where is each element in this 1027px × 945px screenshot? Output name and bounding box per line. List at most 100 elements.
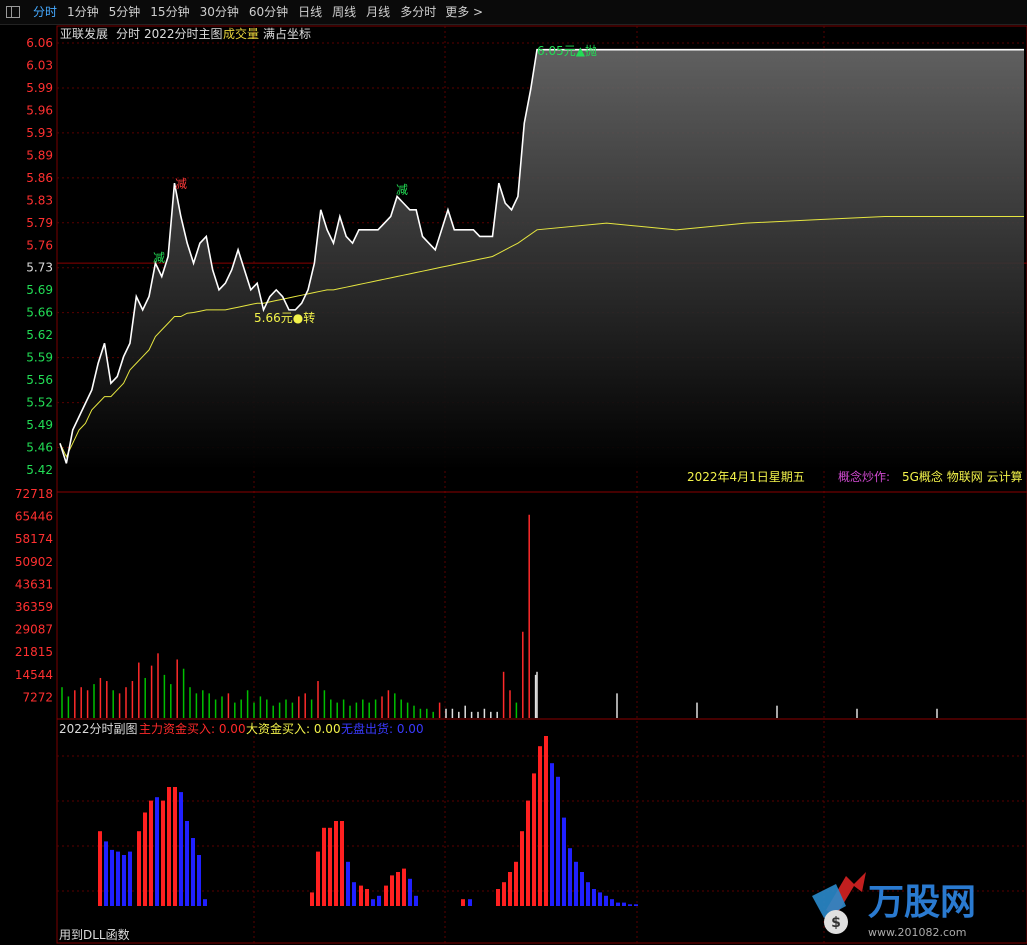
main-fund-bar bbox=[149, 800, 153, 906]
tab-30min[interactable]: 30分钟 bbox=[195, 0, 244, 24]
price-tick-label: 5.73 bbox=[26, 261, 53, 275]
unloading-bar bbox=[377, 895, 381, 906]
tab-monthly[interactable]: 月线 bbox=[361, 0, 395, 24]
period-tab-bar: 分时 1分钟 5分钟 15分钟 30分钟 60分钟 日线 周线 月线 多分时 更… bbox=[0, 0, 1027, 25]
unloading-bar bbox=[110, 849, 114, 906]
reduce-signal-2: 减 bbox=[175, 177, 187, 191]
unloading-bar bbox=[574, 861, 578, 906]
volume-bars bbox=[61, 514, 938, 718]
volume-tick-label: 29087 bbox=[15, 623, 53, 637]
main-fund-bar bbox=[173, 787, 177, 906]
main-fund-bar bbox=[310, 892, 314, 906]
footer-note: 用到DLL函数 bbox=[59, 927, 130, 942]
intraday-chart[interactable]: 6.06 6.03 5.99 5.96 5.93 5.89 5.86 5.83 5.79 5.76… bbox=[0, 24, 1027, 945]
unloading-bar bbox=[468, 899, 472, 906]
unloading-bar bbox=[414, 895, 418, 906]
unloading-bar bbox=[116, 851, 120, 906]
volume-tick-label: 7272 bbox=[22, 690, 53, 704]
price-tick-label: 5.86 bbox=[26, 171, 53, 185]
volume-axis: 72718 65446 58174 50902 43631 36359 29087 21815… bbox=[15, 487, 53, 704]
main-fund-bar bbox=[461, 899, 465, 906]
price-tick-label: 5.46 bbox=[26, 441, 53, 455]
main-fund-bar bbox=[143, 812, 147, 906]
price-tick-label: 5.62 bbox=[26, 328, 53, 342]
fullscale-label: 满占坐标 bbox=[263, 26, 311, 41]
reduce-signal-3: 减 bbox=[396, 183, 408, 197]
main-fund-bar bbox=[359, 885, 363, 906]
svg-text:$: $ bbox=[831, 915, 841, 931]
sell-signal-label: 6.05元▲抛 bbox=[537, 43, 597, 58]
volume-tick-label: 43631 bbox=[15, 577, 53, 591]
main-fund-bar bbox=[316, 851, 320, 906]
tab-1min[interactable]: 1分钟 bbox=[62, 0, 104, 24]
unloading-bar bbox=[562, 817, 566, 906]
volume-tick-label: 58174 bbox=[15, 532, 53, 546]
more-menu-button[interactable]: 更多 > bbox=[441, 0, 487, 24]
price-tick-label: 5.42 bbox=[26, 463, 53, 477]
tab-60min[interactable]: 60分钟 bbox=[244, 0, 293, 24]
main-fund-bar bbox=[538, 746, 542, 906]
watermark-logo: $ 万股网 www.201082.com bbox=[812, 872, 976, 939]
reduce-signal-1: 减 bbox=[153, 251, 165, 265]
unloading-bar bbox=[622, 902, 626, 906]
unloading-bar bbox=[628, 904, 632, 906]
main-fund-bar bbox=[365, 889, 369, 906]
price-tick-label: 5.69 bbox=[26, 283, 53, 297]
unloading-bar bbox=[352, 882, 356, 906]
main-fund-bar bbox=[532, 773, 536, 906]
main-fund-bar bbox=[98, 831, 102, 906]
volume-tick-label: 36359 bbox=[15, 600, 53, 614]
unloading-bar bbox=[604, 895, 608, 906]
price-area-fill bbox=[60, 49, 1024, 470]
price-tick-label: 5.56 bbox=[26, 373, 53, 387]
price-tick-label: 5.93 bbox=[26, 126, 53, 140]
tab-multi-fenshi[interactable]: 多分时 bbox=[395, 0, 441, 24]
more-label: 更多 bbox=[445, 5, 470, 19]
main-fund-bar bbox=[396, 872, 400, 906]
tab-5min[interactable]: 5分钟 bbox=[104, 0, 146, 24]
price-tick-label: 5.79 bbox=[26, 216, 53, 230]
unloading-bar bbox=[634, 904, 638, 906]
unloading-bar bbox=[592, 889, 596, 906]
unloading-bar bbox=[185, 821, 189, 906]
tab-weekly[interactable]: 周线 bbox=[327, 0, 361, 24]
volume-legend: 成交量 bbox=[223, 26, 259, 41]
tab-15min[interactable]: 15分钟 bbox=[145, 0, 194, 24]
price-tick-label: 5.89 bbox=[26, 148, 53, 162]
main-fund-bar bbox=[322, 827, 326, 906]
main-fund-bar bbox=[544, 736, 548, 906]
big-fund-buy-label: 大资金买入: 0.00 bbox=[246, 721, 341, 736]
main-fund-bar bbox=[328, 827, 332, 906]
watermark-url: www.201082.com bbox=[868, 926, 966, 939]
main-fund-bar bbox=[520, 831, 524, 906]
main-fund-bar bbox=[167, 787, 171, 906]
layout-toggle-icon[interactable] bbox=[6, 6, 20, 18]
unloading-bar bbox=[568, 848, 572, 906]
unloading-bar bbox=[128, 851, 132, 906]
tab-daily[interactable]: 日线 bbox=[293, 0, 327, 24]
price-tick-label: 5.49 bbox=[26, 418, 53, 432]
indicator-name: 2022分时主图 bbox=[144, 27, 223, 41]
unloading-bar bbox=[203, 899, 207, 906]
stock-name: 亚联发展 bbox=[60, 26, 108, 41]
volume-tick-label: 50902 bbox=[15, 555, 53, 569]
main-fund-bar bbox=[502, 882, 506, 906]
main-fund-bar bbox=[390, 875, 394, 906]
tab-fenshi[interactable]: 分时 bbox=[28, 0, 62, 24]
unloading-bar bbox=[580, 872, 584, 906]
concept-text: 5G概念 物联网 云计算 大 bbox=[902, 469, 1027, 484]
price-tick-label: 5.96 bbox=[26, 103, 53, 117]
unloading-bar bbox=[598, 892, 602, 906]
main-fund-bar bbox=[384, 885, 388, 906]
price-tick-label: 5.59 bbox=[26, 351, 53, 365]
unloading-bar bbox=[616, 902, 620, 906]
main-fund-bar bbox=[334, 821, 338, 906]
main-fund-bar bbox=[137, 831, 141, 906]
main-fund-bar bbox=[402, 868, 406, 906]
unloading-bar bbox=[179, 792, 183, 906]
price-tick-label: 5.66 bbox=[26, 306, 53, 320]
unloading-bar bbox=[556, 776, 560, 906]
main-fund-bar bbox=[496, 889, 500, 906]
volume-tick-label: 65446 bbox=[15, 510, 53, 524]
turn-signal-label: 5.66元●转 bbox=[254, 310, 315, 325]
